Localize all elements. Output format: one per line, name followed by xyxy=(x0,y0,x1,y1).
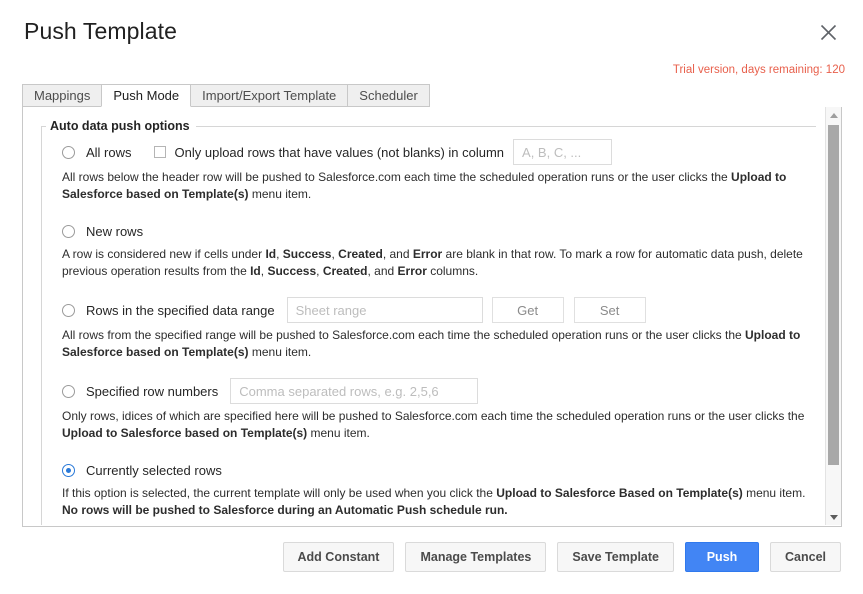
checkbox-only-upload-non-blank[interactable] xyxy=(154,146,166,158)
scroll-down-button[interactable] xyxy=(826,509,841,525)
triangle-down-icon xyxy=(830,515,838,520)
option-currently-selected-rows-label: Currently selected rows xyxy=(86,463,222,478)
option-all-rows-label: All rows xyxy=(86,145,132,160)
close-button[interactable] xyxy=(815,19,841,45)
set-range-button[interactable]: Set xyxy=(574,297,646,323)
triangle-up-icon xyxy=(830,113,838,118)
page-title: Push Template xyxy=(24,18,177,45)
option-data-range-label: Rows in the specified data range xyxy=(86,303,275,318)
option-all-rows[interactable]: All rows Only upload rows that have valu… xyxy=(62,139,808,165)
checkbox-only-upload-non-blank-label: Only upload rows that have values (not b… xyxy=(175,145,505,160)
row-numbers-input[interactable] xyxy=(230,378,478,404)
all-rows-description: All rows below the header row will be pu… xyxy=(62,169,808,203)
tab-bar: Mappings Push Mode Import/Export Templat… xyxy=(22,85,842,108)
trial-notice: Trial version, days remaining: 120 xyxy=(673,64,845,76)
close-icon xyxy=(820,24,837,41)
radio-currently-selected-rows[interactable] xyxy=(62,464,75,477)
tab-scheduler[interactable]: Scheduler xyxy=(347,84,430,107)
radio-row-numbers[interactable] xyxy=(62,385,75,398)
radio-data-range[interactable] xyxy=(62,304,75,317)
column-input[interactable] xyxy=(513,139,612,165)
cancel-button[interactable]: Cancel xyxy=(770,542,841,572)
tab-push-mode[interactable]: Push Mode xyxy=(101,84,191,107)
dialog-footer: Add Constant Manage Templates Save Templ… xyxy=(283,542,841,572)
radio-new-rows[interactable] xyxy=(62,225,75,238)
radio-all-rows[interactable] xyxy=(62,146,75,159)
push-button[interactable]: Push xyxy=(685,542,759,572)
currently-selected-warning: No rows will be pushed to Salesforce dur… xyxy=(62,502,808,519)
data-range-description: All rows from the specified range will b… xyxy=(62,327,808,361)
option-data-range[interactable]: Rows in the specified data range Get Set xyxy=(62,297,808,323)
push-mode-panel: Auto data push options All rows Only upl… xyxy=(22,107,842,527)
get-range-button[interactable]: Get xyxy=(492,297,564,323)
vertical-scrollbar[interactable] xyxy=(825,107,841,525)
option-new-rows[interactable]: New rows xyxy=(62,220,808,242)
option-currently-selected-rows[interactable]: Currently selected rows xyxy=(62,459,808,481)
add-constant-button[interactable]: Add Constant xyxy=(283,542,395,572)
push-mode-scroll-area: Auto data push options All rows Only upl… xyxy=(23,107,826,525)
new-rows-description: A row is considered new if cells under I… xyxy=(62,246,808,280)
auto-data-push-options-group: Auto data push options All rows Only upl… xyxy=(41,119,816,525)
scroll-up-button[interactable] xyxy=(826,107,841,123)
option-row-numbers-label: Specified row numbers xyxy=(86,384,218,399)
option-new-rows-label: New rows xyxy=(86,224,143,239)
currently-selected-description: If this option is selected, the current … xyxy=(62,485,808,502)
scrollbar-thumb[interactable] xyxy=(828,125,839,465)
tab-mappings[interactable]: Mappings xyxy=(22,84,102,107)
push-template-dialog: Push Template Trial version, days remain… xyxy=(0,0,863,594)
save-template-button[interactable]: Save Template xyxy=(557,542,674,572)
manage-templates-button[interactable]: Manage Templates xyxy=(405,542,546,572)
sheet-range-input[interactable] xyxy=(287,297,483,323)
group-title: Auto data push options xyxy=(46,119,196,133)
option-row-numbers[interactable]: Specified row numbers xyxy=(62,378,808,404)
tab-import-export-template[interactable]: Import/Export Template xyxy=(190,84,348,107)
row-numbers-description: Only rows, idices of which are specified… xyxy=(62,408,807,442)
